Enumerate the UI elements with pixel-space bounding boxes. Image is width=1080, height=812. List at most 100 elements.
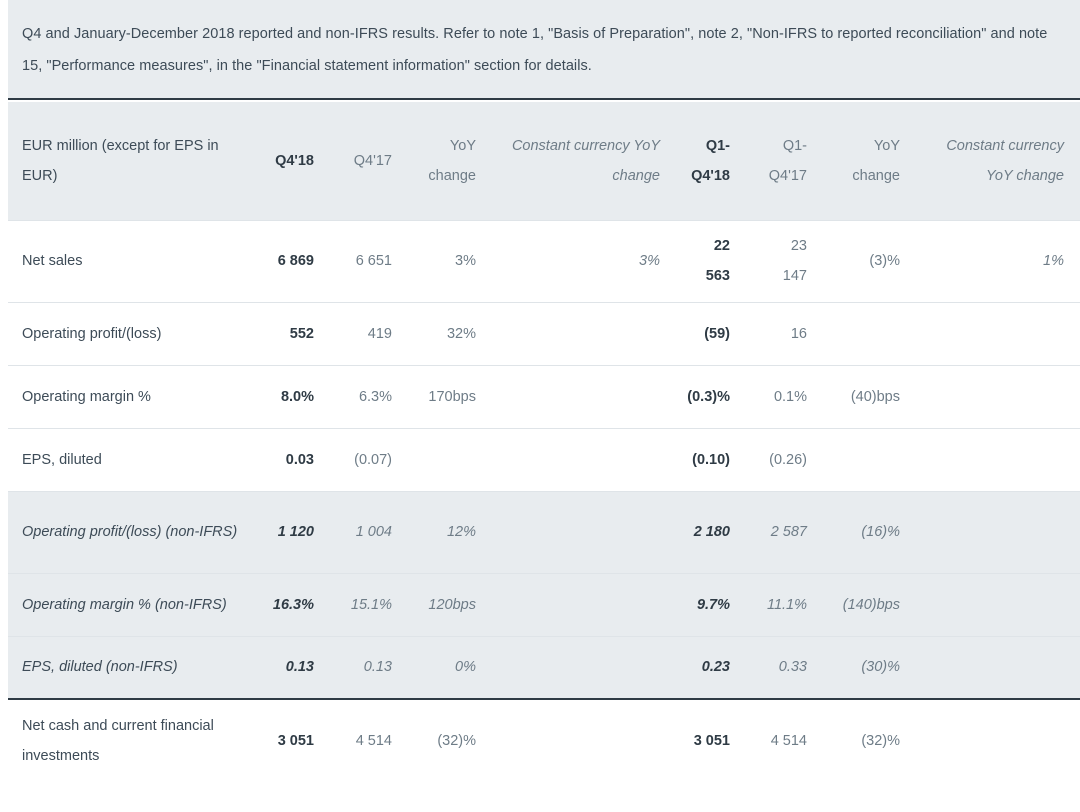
- cell-yoy-year: [823, 427, 916, 491]
- cell-q1-q4-18: 3 051: [676, 698, 746, 781]
- cell-cc-yoy-q4: [492, 572, 676, 636]
- cell-q1-q4-18: (59): [676, 301, 746, 365]
- cell-yoy-q4: (32)%: [408, 698, 492, 781]
- header-q4-17: Q4'17: [353, 152, 392, 169]
- cell-cc-yoy-q4: [492, 490, 676, 573]
- cell-q4-17: 0.13: [330, 635, 408, 699]
- cell-q4-18: 8.0%: [256, 364, 330, 428]
- cell-q4-18: 1 120: [256, 490, 330, 573]
- header-q4-18: Q4'18: [275, 152, 314, 169]
- cell-q1-q4-18: 9.7%: [676, 572, 746, 636]
- cell-q1-q4-18: 0.23: [676, 635, 746, 699]
- cell-cc-yoy-year: [916, 490, 1080, 573]
- cell-yoy-year: (30)%: [823, 635, 916, 699]
- cell-q4-17: 6 651: [330, 219, 408, 302]
- cell-q1-q4-17-line1: 23: [790, 238, 807, 254]
- table-row-operating-margin: Operating margin % 8.0% 6.3% 170bps (0.3…: [8, 364, 1080, 428]
- row-label: Operating profit/(loss): [8, 301, 256, 365]
- cell-cc-yoy-year: [916, 635, 1080, 699]
- cell-yoy-year: (32)%: [823, 698, 916, 781]
- row-label: EPS, diluted: [8, 427, 256, 491]
- table-row-operating-profit-non-ifrs: Operating profit/(loss) (non-IFRS) 1 120…: [8, 490, 1080, 573]
- cell-cc-yoy-q4: [492, 364, 676, 428]
- header-q1-q4-18-line2: Q4'18: [691, 167, 730, 184]
- cell-q1-q4-17: 0.1%: [746, 364, 823, 428]
- table-header-row: EUR million (except for EPS in EUR) Q4'1…: [8, 102, 1080, 220]
- cell-yoy-q4: 3%: [408, 219, 492, 302]
- cell-cc-yoy-q4: [492, 698, 676, 781]
- financial-results-page: Q4 and January-December 2018 reported an…: [0, 0, 1080, 812]
- cell-cc-yoy-q4: [492, 301, 676, 365]
- cell-q1-q4-18: 22 563: [676, 219, 746, 302]
- row-label: Operating margin % (non-IFRS): [8, 572, 256, 636]
- cell-q1-q4-17: 2 587: [746, 490, 823, 573]
- cell-yoy-q4: 0%: [408, 635, 492, 699]
- table-row-net-cash: Net cash and current financial investmen…: [8, 698, 1080, 781]
- header-q1-q4-17-line1: Q1-: [782, 137, 807, 154]
- table-row-eps-diluted: EPS, diluted 0.03 (0.07) (0.10) (0.26): [8, 427, 1080, 491]
- cell-q1-q4-17: 0.33: [746, 635, 823, 699]
- cell-q4-18: 0.13: [256, 635, 330, 699]
- cell-q1-q4-18-line1: 22: [713, 238, 730, 254]
- header-yoy-change-q4: YoY change: [428, 137, 476, 184]
- cell-q4-17: 4 514: [330, 698, 408, 781]
- header-q1-q4-17-line2: Q4'17: [768, 167, 807, 184]
- cell-q4-17: (0.07): [330, 427, 408, 491]
- cell-q1-q4-18: (0.10): [676, 427, 746, 491]
- cell-yoy-q4: 120bps: [408, 572, 492, 636]
- cell-q1-q4-18: 2 180: [676, 490, 746, 573]
- row-label: EPS, diluted (non-IFRS): [8, 635, 256, 699]
- cell-q4-18: 0.03: [256, 427, 330, 491]
- header-q1-q4-18-line1: Q1-: [705, 137, 730, 154]
- header-unit-label: EUR million (except for EPS in EUR): [22, 137, 219, 184]
- cell-q1-q4-17: (0.26): [746, 427, 823, 491]
- cell-yoy-year: (40)bps: [823, 364, 916, 428]
- cell-yoy-q4: 170bps: [408, 364, 492, 428]
- cell-cc-yoy-q4: [492, 427, 676, 491]
- row-label: Net cash and current financial investmen…: [8, 698, 256, 781]
- cell-q1-q4-17: 16: [746, 301, 823, 365]
- preparation-note-text: Q4 and January-December 2018 reported an…: [22, 26, 1048, 74]
- cell-cc-yoy-year: [916, 698, 1080, 781]
- header-yoy-change-year: YoY change: [852, 137, 900, 184]
- cell-q1-q4-18: (0.3)%: [676, 364, 746, 428]
- cell-q4-17: 15.1%: [330, 572, 408, 636]
- cell-cc-yoy-q4: [492, 635, 676, 699]
- row-label: Operating profit/(loss) (non-IFRS): [8, 490, 256, 573]
- table-row-net-sales: Net sales 6 869 6 651 3% 3% 22 563 23 14…: [8, 219, 1080, 302]
- cell-q4-17: 1 004: [330, 490, 408, 573]
- cell-cc-yoy-year: [916, 364, 1080, 428]
- cell-q4-18: 6 869: [256, 219, 330, 302]
- cell-cc-yoy-year: [916, 301, 1080, 365]
- cell-yoy-year: (16)%: [823, 490, 916, 573]
- cell-q4-18: 16.3%: [256, 572, 330, 636]
- row-label: Net sales: [8, 219, 256, 302]
- cell-cc-yoy-year: [916, 427, 1080, 491]
- cell-q4-17: 419: [330, 301, 408, 365]
- cell-q4-18: 552: [256, 301, 330, 365]
- cell-yoy-q4: [408, 427, 492, 491]
- cell-q1-q4-17: 23 147: [746, 219, 823, 302]
- header-q1-q4-17: Q1- Q4'17: [746, 102, 823, 220]
- cell-cc-yoy-year: [916, 572, 1080, 636]
- header-cc-yoy-change-q4: Constant currency YoY change: [511, 137, 660, 184]
- header-cc-yoy-change-year: Constant currency YoY change: [946, 137, 1064, 184]
- cell-q1-q4-18-line2: 563: [705, 268, 730, 284]
- financial-results-table: EUR million (except for EPS in EUR) Q4'1…: [8, 102, 1080, 781]
- cell-cc-yoy-q4: 3%: [492, 219, 676, 302]
- cell-yoy-q4: 32%: [408, 301, 492, 365]
- cell-q1-q4-17-line2: 147: [782, 268, 807, 284]
- cell-cc-yoy-year: 1%: [916, 219, 1080, 302]
- cell-q4-17: 6.3%: [330, 364, 408, 428]
- cell-yoy-year: (3)%: [823, 219, 916, 302]
- cell-q1-q4-17: 4 514: [746, 698, 823, 781]
- cell-q4-18: 3 051: [256, 698, 330, 781]
- row-label: Operating margin %: [8, 364, 256, 428]
- table-row-operating-margin-non-ifrs: Operating margin % (non-IFRS) 16.3% 15.1…: [8, 572, 1080, 636]
- table-row-eps-diluted-non-ifrs: EPS, diluted (non-IFRS) 0.13 0.13 0% 0.2…: [8, 635, 1080, 699]
- cell-yoy-year: (140)bps: [823, 572, 916, 636]
- cell-yoy-q4: 12%: [408, 490, 492, 573]
- cell-q1-q4-17: 11.1%: [746, 572, 823, 636]
- table-row-operating-profit: Operating profit/(loss) 552 419 32% (59)…: [8, 301, 1080, 365]
- header-q1-q4-18: Q1- Q4'18: [676, 102, 746, 220]
